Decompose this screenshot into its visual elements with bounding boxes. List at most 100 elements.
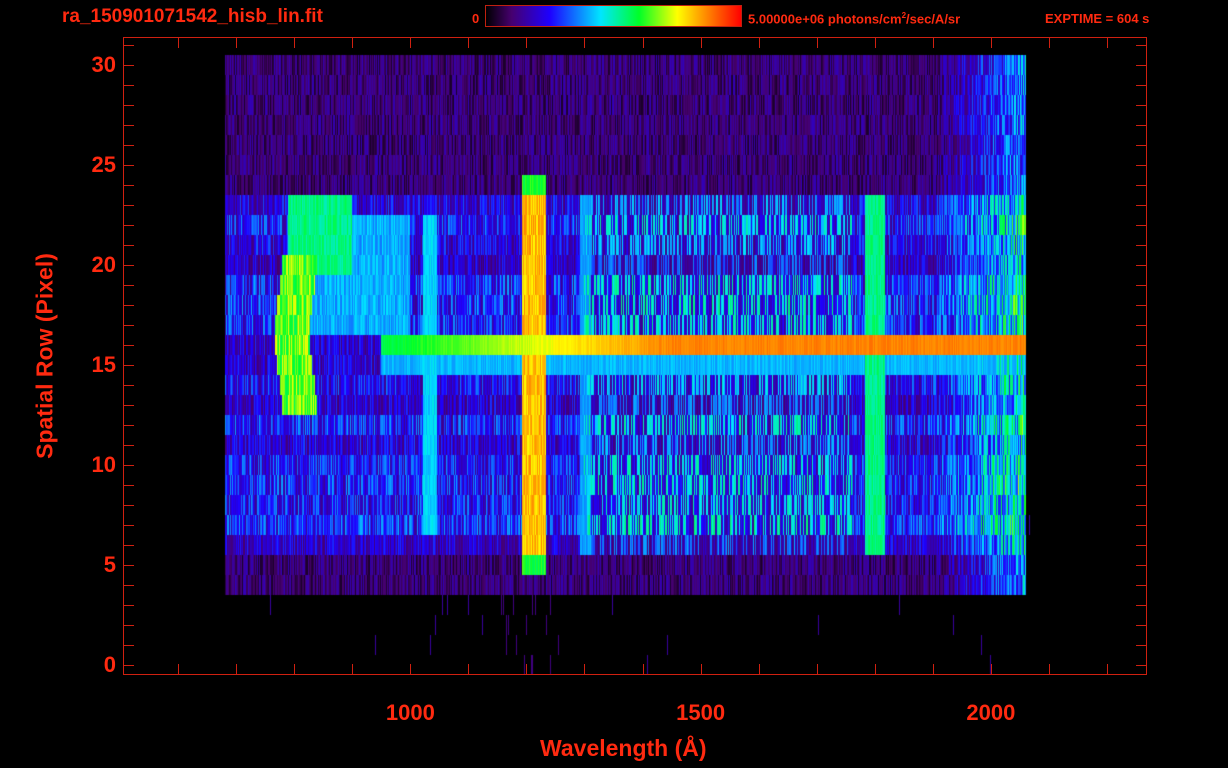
x-tick bbox=[759, 664, 760, 674]
y-tick-right bbox=[1136, 305, 1146, 306]
file-title: ra_150901071542_hisb_lin.fit bbox=[62, 6, 323, 27]
y-tick bbox=[124, 85, 134, 86]
y-tick bbox=[124, 365, 134, 366]
y-tick-right bbox=[1136, 225, 1146, 226]
x-tick-top bbox=[643, 38, 644, 48]
y-tick-right bbox=[1136, 245, 1146, 246]
x-tick-top bbox=[759, 38, 760, 48]
x-tick-label: 1000 bbox=[385, 700, 435, 725]
y-tick bbox=[124, 305, 134, 306]
x-tick-top bbox=[817, 38, 818, 48]
y-tick-right bbox=[1136, 665, 1146, 666]
x-tick-top bbox=[236, 38, 237, 48]
x-tick-top bbox=[991, 38, 992, 48]
y-tick-right bbox=[1136, 385, 1146, 386]
x-tick-top bbox=[294, 38, 295, 48]
y-tick bbox=[124, 565, 134, 566]
x-tick bbox=[933, 664, 934, 674]
y-tick bbox=[124, 285, 134, 286]
x-tick bbox=[643, 664, 644, 674]
x-tick-top bbox=[468, 38, 469, 48]
plot-frame bbox=[123, 37, 1147, 675]
exptime-label: EXPTIME = 604 s bbox=[1045, 11, 1150, 26]
x-tick-top bbox=[584, 38, 585, 48]
x-tick bbox=[817, 664, 818, 674]
x-tick bbox=[178, 664, 179, 674]
y-tick bbox=[124, 65, 134, 66]
x-tick bbox=[701, 664, 702, 674]
y-tick-right bbox=[1136, 145, 1146, 146]
y-tick bbox=[124, 105, 134, 106]
x-tick-top bbox=[1107, 38, 1108, 48]
y-tick bbox=[124, 645, 134, 646]
x-tick-top bbox=[701, 38, 702, 48]
x-tick-label: 2000 bbox=[966, 700, 1016, 725]
x-tick bbox=[236, 664, 237, 674]
x-tick-top bbox=[178, 38, 179, 48]
y-tick-right bbox=[1136, 585, 1146, 586]
y-tick-label: 0 bbox=[103, 652, 116, 677]
y-tick-label: 10 bbox=[91, 452, 116, 477]
y-tick bbox=[124, 265, 134, 266]
y-tick-right bbox=[1136, 85, 1146, 86]
y-tick bbox=[124, 145, 134, 146]
x-tick bbox=[294, 664, 295, 674]
y-tick bbox=[124, 385, 134, 386]
colorbar-max-text: 5.00000e+06 photons/cm bbox=[748, 11, 902, 27]
y-tick bbox=[124, 325, 134, 326]
x-tick bbox=[991, 664, 992, 674]
y-tick-label: 30 bbox=[91, 52, 116, 77]
y-tick-right bbox=[1136, 645, 1146, 646]
y-tick bbox=[124, 625, 134, 626]
x-tick-top bbox=[875, 38, 876, 48]
y-tick bbox=[124, 525, 134, 526]
x-tick-top bbox=[410, 38, 411, 48]
colorbar-max-unit: /sec/A/sr bbox=[906, 11, 961, 27]
y-tick bbox=[124, 125, 134, 126]
y-tick bbox=[124, 485, 134, 486]
y-tick bbox=[124, 405, 134, 406]
x-tick bbox=[468, 664, 469, 674]
y-tick-right bbox=[1136, 65, 1146, 66]
x-tick bbox=[1049, 664, 1050, 674]
y-tick bbox=[124, 225, 134, 226]
y-tick-right bbox=[1136, 45, 1146, 46]
y-tick bbox=[124, 185, 134, 186]
y-tick-right bbox=[1136, 545, 1146, 546]
y-tick-label: 20 bbox=[91, 252, 116, 277]
x-tick bbox=[584, 664, 585, 674]
y-tick-right bbox=[1136, 465, 1146, 466]
y-tick-right bbox=[1136, 325, 1146, 326]
y-tick bbox=[124, 245, 134, 246]
y-tick-right bbox=[1136, 405, 1146, 406]
colorbar-max-label: 5.00000e+06 photons/cm2/sec/A/sr bbox=[748, 11, 960, 26]
y-tick bbox=[124, 45, 134, 46]
x-tick-top bbox=[526, 38, 527, 48]
y-tick-right bbox=[1136, 165, 1146, 166]
y-tick bbox=[124, 605, 134, 606]
x-tick-top bbox=[352, 38, 353, 48]
x-tick bbox=[352, 664, 353, 674]
y-tick bbox=[124, 205, 134, 206]
x-tick-top bbox=[933, 38, 934, 48]
y-tick-right bbox=[1136, 425, 1146, 426]
y-tick-right bbox=[1136, 125, 1146, 126]
y-tick bbox=[124, 545, 134, 546]
x-tick-top bbox=[1049, 38, 1050, 48]
y-tick bbox=[124, 585, 134, 586]
x-tick bbox=[1107, 664, 1108, 674]
colorbar-min-label: 0 bbox=[472, 11, 480, 26]
y-tick-right bbox=[1136, 505, 1146, 506]
y-tick-label: 25 bbox=[91, 152, 116, 177]
y-tick-right bbox=[1136, 485, 1146, 486]
y-tick bbox=[124, 665, 134, 666]
y-tick bbox=[124, 425, 134, 426]
y-tick bbox=[124, 505, 134, 506]
y-axis-title: Spatial Row (Pixel) bbox=[31, 253, 58, 459]
y-tick-right bbox=[1136, 285, 1146, 286]
x-tick bbox=[410, 664, 411, 674]
y-tick bbox=[124, 345, 134, 346]
y-tick-right bbox=[1136, 205, 1146, 206]
x-tick bbox=[875, 664, 876, 674]
x-tick bbox=[526, 664, 527, 674]
